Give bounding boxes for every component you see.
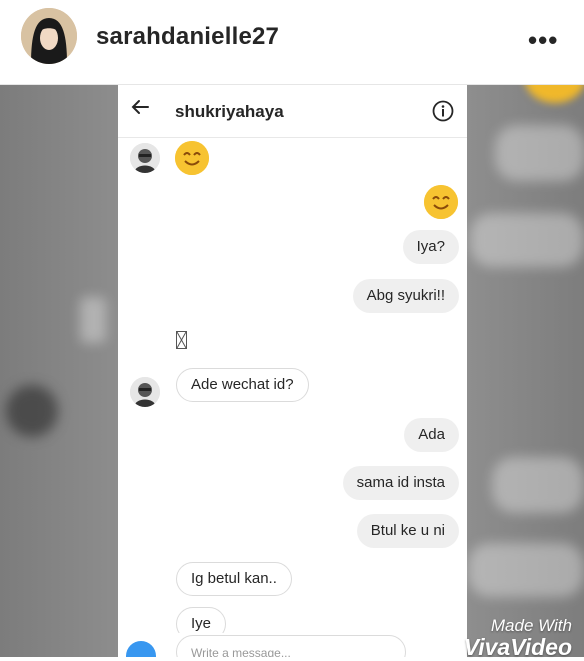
info-icon[interactable] [432, 100, 454, 122]
outgoing-message: sama id insta [342, 466, 459, 500]
outgoing-message: Abg syukri!! [352, 279, 459, 313]
message-composer: Write a message... [118, 633, 467, 657]
back-arrow-icon[interactable] [130, 97, 150, 117]
blurred-bubble [492, 457, 584, 513]
blur-left-panel [0, 85, 118, 657]
post-header: sarahdanielle27 ••• [0, 0, 584, 85]
outgoing-message: Iya? [402, 230, 459, 264]
sender-avatar[interactable] [130, 377, 160, 407]
blurred-bubble [495, 125, 584, 181]
profile-avatar[interactable] [21, 8, 77, 64]
outgoing-message: Ada [404, 418, 459, 452]
chat-title[interactable]: shukriyahaya [175, 102, 284, 122]
more-options-icon[interactable]: ••• [528, 25, 558, 56]
watermark-line1: Made With [490, 616, 572, 635]
message-input[interactable]: Write a message... [176, 635, 406, 657]
blurred-avatar [6, 385, 58, 437]
smile-emoji-icon [175, 141, 209, 175]
post-username[interactable]: sarahdanielle27 [96, 23, 279, 51]
unknown-character-glyph [176, 331, 187, 349]
camera-icon[interactable] [126, 641, 156, 657]
blurred-shape [80, 297, 106, 343]
incoming-message: Ig betul kan.. [176, 562, 292, 596]
blurred-bubble [468, 543, 584, 597]
sender-avatar[interactable] [130, 143, 160, 173]
chat-header: shukriyahaya [118, 85, 467, 138]
chat-screenshot: shukriyahaya Iya? Abg syukri!! Ade wecha… [118, 85, 467, 657]
blurred-bubble [470, 213, 584, 267]
vivavideo-watermark: Made With VivaVideo [464, 616, 572, 661]
outgoing-message: Btul ke u ni [356, 514, 459, 548]
incoming-message: Ade wechat id? [176, 368, 309, 402]
smile-emoji-icon [424, 185, 458, 219]
